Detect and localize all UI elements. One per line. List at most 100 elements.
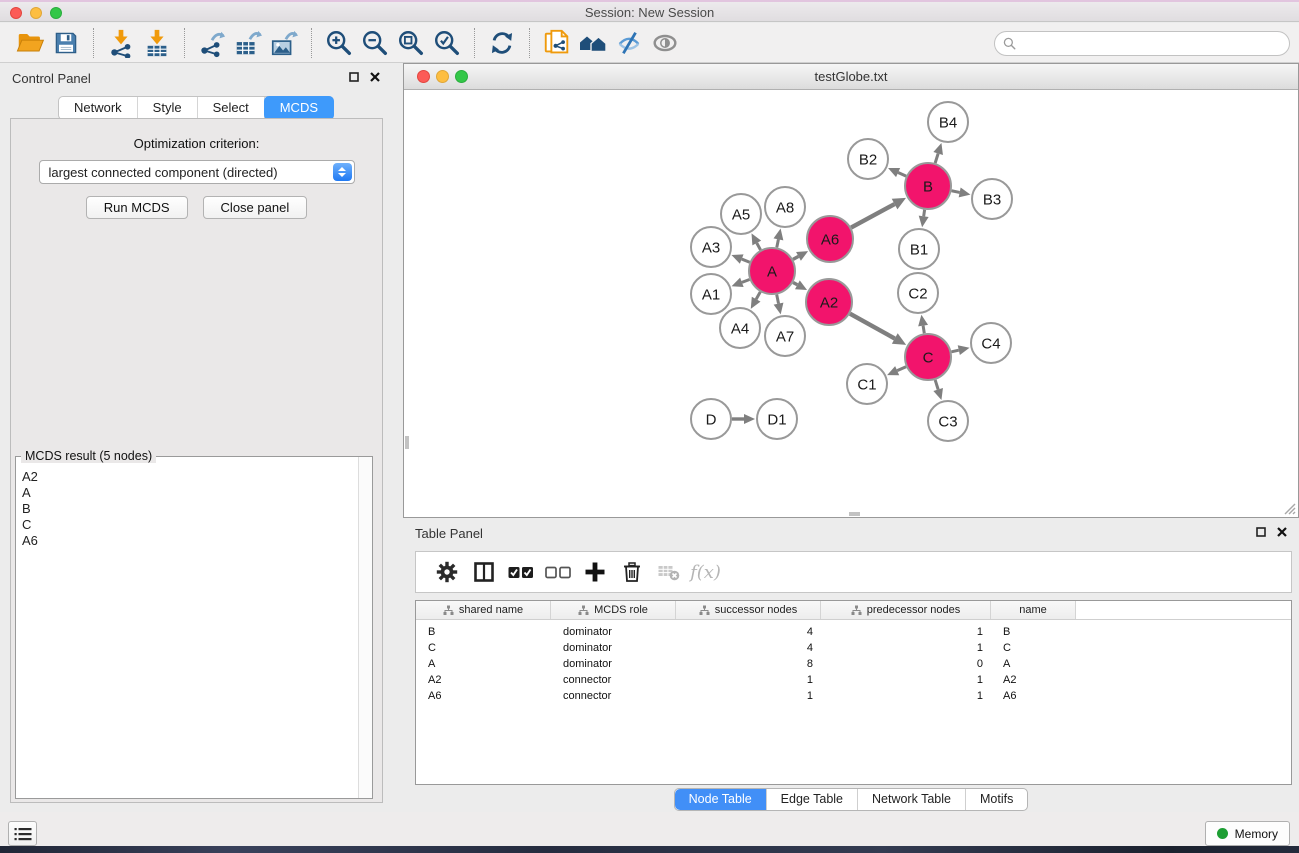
- table-cell[interactable]: C: [416, 640, 551, 656]
- graph-edge-B-B1[interactable]: [924, 210, 925, 217]
- eye-icon[interactable]: [647, 26, 683, 60]
- close-panel-icon[interactable]: [370, 72, 380, 82]
- result-item[interactable]: A: [22, 485, 357, 501]
- table-cell[interactable]: 8: [676, 656, 821, 672]
- table-row[interactable]: Bdominator41B: [416, 624, 1291, 640]
- network-window-titlebar[interactable]: testGlobe.txt: [404, 64, 1298, 90]
- table-cell[interactable]: A2: [991, 672, 1076, 688]
- graph-edge-A-A2[interactable]: [793, 282, 797, 284]
- table-cell[interactable]: A6: [991, 688, 1076, 704]
- tab-network[interactable]: Network: [59, 97, 138, 119]
- search-box[interactable]: [994, 31, 1290, 56]
- add-column-icon[interactable]: [576, 557, 613, 587]
- zoom-fit-icon[interactable]: [393, 26, 429, 60]
- tab-node-table[interactable]: Node Table: [675, 789, 767, 810]
- refresh-icon[interactable]: [484, 26, 520, 60]
- export-image-icon[interactable]: [266, 26, 302, 60]
- zoom-out-icon[interactable]: [357, 26, 393, 60]
- float-panel-icon[interactable]: [1256, 527, 1266, 537]
- table-row[interactable]: A6connector11A6: [416, 688, 1291, 704]
- graph-edge-A-A6[interactable]: [793, 256, 798, 259]
- table-cell[interactable]: 4: [676, 624, 821, 640]
- table-cell[interactable]: 1: [821, 672, 991, 688]
- search-input[interactable]: [1021, 34, 1289, 54]
- zoom-selected-icon[interactable]: [429, 26, 465, 60]
- deselect-all-icon[interactable]: [539, 557, 576, 587]
- table-cell[interactable]: B: [991, 624, 1076, 640]
- graph-edge-C-C3[interactable]: [935, 380, 938, 390]
- select-all-icon[interactable]: [502, 557, 539, 587]
- table-cell[interactable]: dominator: [551, 624, 676, 640]
- resize-grip-icon[interactable]: [1282, 501, 1296, 515]
- column-header-name[interactable]: name: [991, 601, 1076, 619]
- result-item[interactable]: C: [22, 517, 357, 533]
- close-panel-icon[interactable]: [1277, 527, 1287, 537]
- result-item[interactable]: A2: [22, 469, 357, 485]
- table-cell[interactable]: 1: [676, 672, 821, 688]
- table-cell[interactable]: 1: [821, 624, 991, 640]
- graph-edge-B-B2[interactable]: [898, 173, 906, 177]
- delete-column-icon[interactable]: [613, 557, 650, 587]
- graph-edge-A-A5[interactable]: [757, 243, 761, 250]
- result-scrollbar[interactable]: [358, 457, 372, 798]
- criterion-select[interactable]: largest connected component (directed): [39, 160, 355, 184]
- export-network-icon[interactable]: [194, 26, 230, 60]
- graph-edge-A6-B[interactable]: [851, 204, 894, 228]
- table-cell[interactable]: 0: [821, 656, 991, 672]
- graph-edge-A-A4[interactable]: [756, 292, 760, 299]
- graph-edge-A-A8[interactable]: [777, 239, 779, 247]
- tab-motifs[interactable]: Motifs: [966, 789, 1027, 810]
- table-cell[interactable]: 4: [676, 640, 821, 656]
- import-network-icon[interactable]: [103, 26, 139, 60]
- table-cell[interactable]: A2: [416, 672, 551, 688]
- network-canvas[interactable]: B4B2BB3A8A5A6A3B1AA1C2A2A4A7C4CC1C3DD1: [405, 91, 1297, 516]
- run-mcds-button[interactable]: Run MCDS: [86, 196, 188, 219]
- home-icon[interactable]: [575, 26, 611, 60]
- tab-mcds[interactable]: MCDS: [264, 96, 334, 120]
- column-header-shared-name[interactable]: shared name: [416, 601, 551, 619]
- vertical-scroll-thumb[interactable]: [405, 436, 409, 449]
- save-icon[interactable]: [48, 26, 84, 60]
- table-row[interactable]: Cdominator41C: [416, 640, 1291, 656]
- table-cell[interactable]: A: [416, 656, 551, 672]
- table-cell[interactable]: A6: [416, 688, 551, 704]
- graph-edge-C-C2[interactable]: [923, 326, 924, 334]
- graph-edge-B-B3[interactable]: [952, 191, 960, 193]
- table-cell[interactable]: dominator: [551, 656, 676, 672]
- graph-edge-A-A3[interactable]: [742, 259, 750, 262]
- tab-network-table[interactable]: Network Table: [858, 789, 966, 810]
- table-cell[interactable]: connector: [551, 688, 676, 704]
- settings-gear-icon[interactable]: [428, 557, 465, 587]
- result-item[interactable]: A6: [22, 533, 357, 549]
- export-table-icon[interactable]: [230, 26, 266, 60]
- table-row[interactable]: Adominator80A: [416, 656, 1291, 672]
- table-cell[interactable]: C: [991, 640, 1076, 656]
- table-cell[interactable]: 1: [676, 688, 821, 704]
- table-cell[interactable]: 1: [821, 640, 991, 656]
- graph-edge-C-C4[interactable]: [951, 350, 958, 352]
- table-row[interactable]: A2connector11A2: [416, 672, 1291, 688]
- table-cell[interactable]: B: [416, 624, 551, 640]
- graph-edge-C-C1[interactable]: [897, 367, 906, 371]
- tab-select[interactable]: Select: [198, 97, 265, 119]
- show-columns-icon[interactable]: [465, 557, 502, 587]
- table-cell[interactable]: 1: [821, 688, 991, 704]
- tab-style[interactable]: Style: [138, 97, 198, 119]
- column-header-predecessor-nodes[interactable]: predecessor nodes: [821, 601, 991, 619]
- column-header-successor-nodes[interactable]: successor nodes: [676, 601, 821, 619]
- hide-eye-icon[interactable]: [611, 26, 647, 60]
- memory-button[interactable]: Memory: [1205, 821, 1290, 846]
- zoom-in-icon[interactable]: [321, 26, 357, 60]
- float-panel-icon[interactable]: [349, 72, 359, 82]
- column-header-MCDS-role[interactable]: MCDS role: [551, 601, 676, 619]
- close-panel-button[interactable]: Close panel: [203, 196, 308, 219]
- open-folder-icon[interactable]: [12, 26, 48, 60]
- tab-edge-table[interactable]: Edge Table: [767, 789, 858, 810]
- graph-edge-A2-C[interactable]: [850, 314, 895, 339]
- graph-edge-A-A7[interactable]: [777, 295, 779, 304]
- import-table-icon[interactable]: [139, 26, 175, 60]
- horizontal-scroll-thumb[interactable]: [849, 512, 860, 516]
- graph-edge-B-B4[interactable]: [935, 153, 938, 163]
- result-item[interactable]: B: [22, 501, 357, 517]
- table-cell[interactable]: A: [991, 656, 1076, 672]
